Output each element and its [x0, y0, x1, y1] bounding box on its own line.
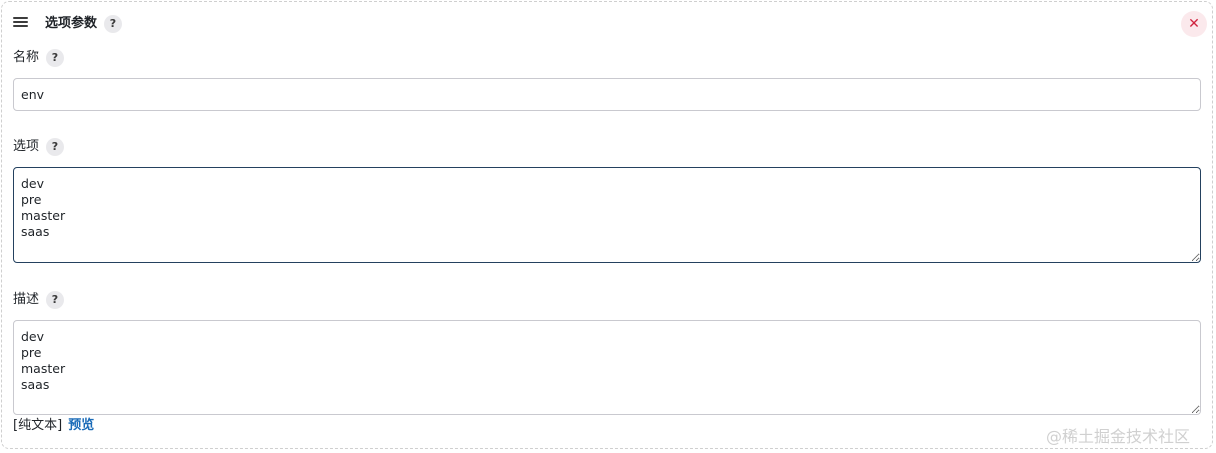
- plain-text-format-label: [纯文本]: [13, 418, 63, 433]
- section-title: 选项参数: [45, 16, 98, 31]
- choices-label: 选项: [13, 139, 40, 154]
- watermark: @稀土掘金技术社区: [1046, 427, 1191, 446]
- description-help-icon[interactable]: ?: [46, 291, 64, 309]
- name-help-icon[interactable]: ?: [46, 49, 64, 67]
- preview-link[interactable]: 预览: [68, 418, 94, 433]
- drag-handle-icon[interactable]: [13, 17, 28, 29]
- help-icon[interactable]: ?: [104, 15, 122, 33]
- format-footer: [纯文本] 预览: [13, 417, 94, 435]
- choices-help-icon[interactable]: ?: [46, 138, 64, 156]
- description-label: 描述: [13, 292, 40, 307]
- name-input[interactable]: [13, 78, 1201, 111]
- description-textarea[interactable]: dev pre master saas: [13, 320, 1201, 415]
- name-label: 名称: [13, 50, 40, 65]
- choices-textarea[interactable]: dev pre master saas: [13, 167, 1201, 263]
- close-icon[interactable]: ✕: [1181, 11, 1207, 37]
